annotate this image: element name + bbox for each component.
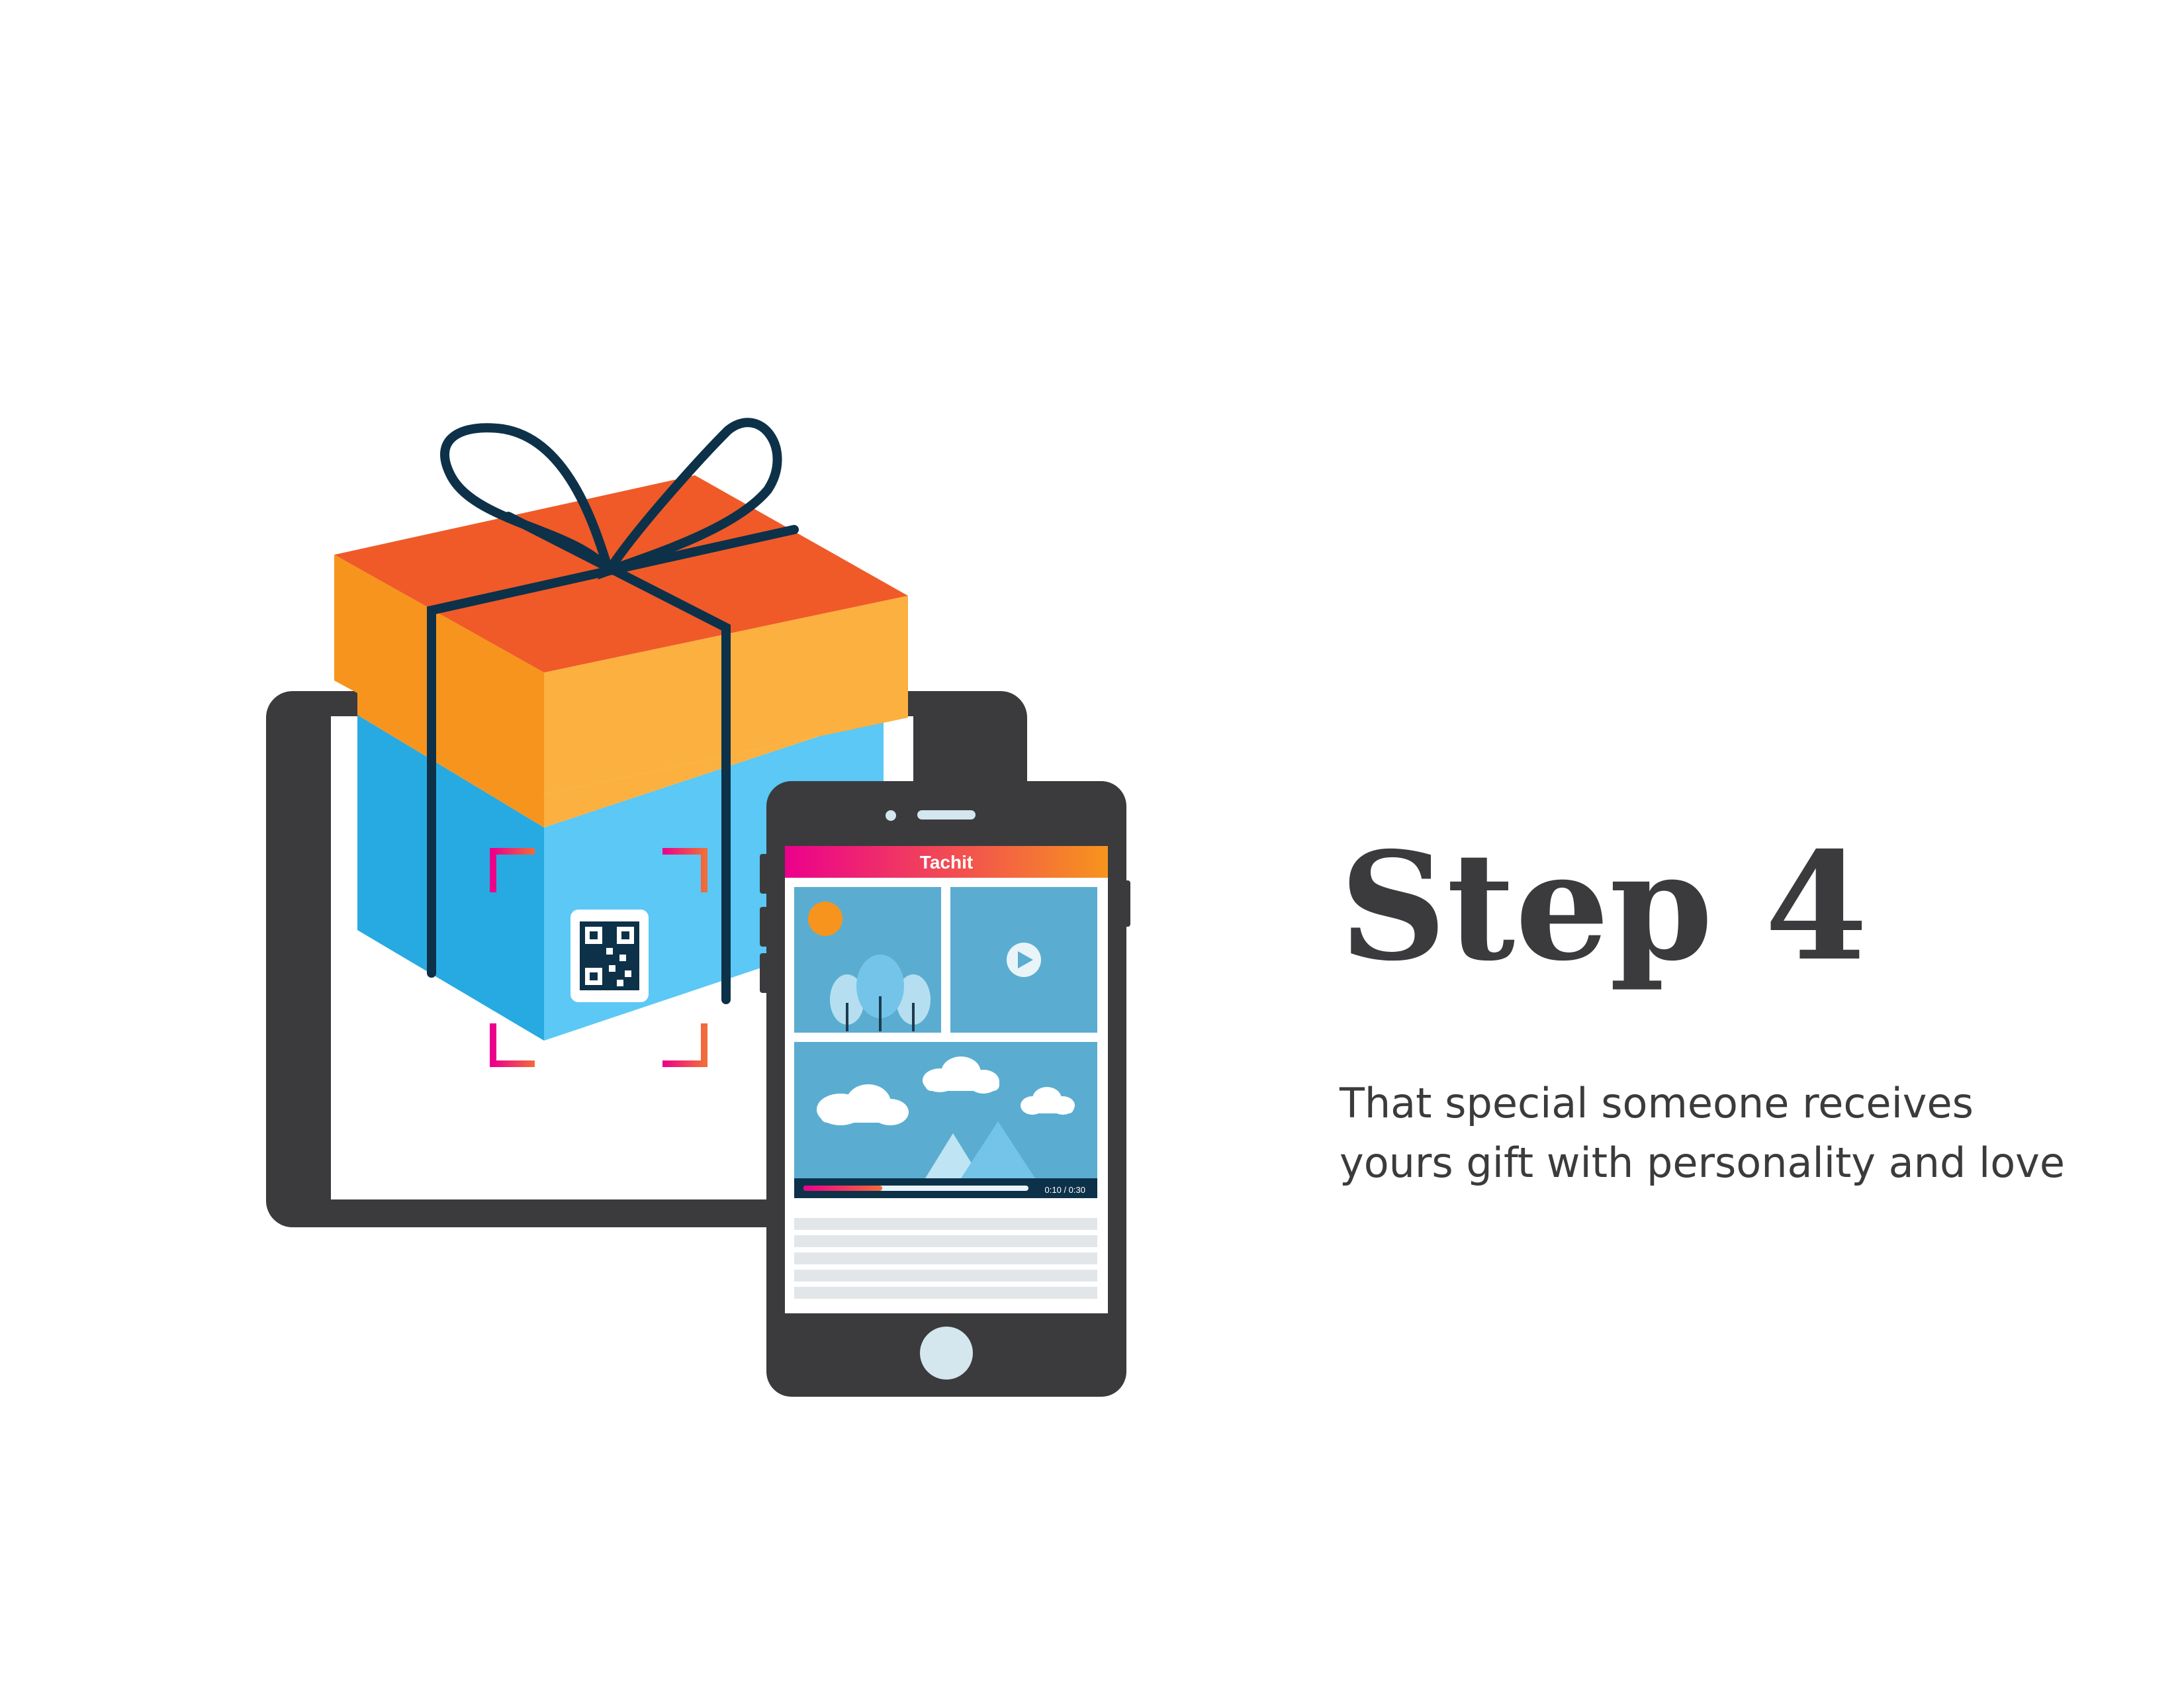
qr-code-icon xyxy=(570,910,649,1002)
description-line-1: That special someone receives xyxy=(1340,1079,1974,1127)
home-button-icon xyxy=(920,1327,973,1380)
video-time: 0:10 / 0:30 xyxy=(1045,1185,1085,1195)
video-tile[interactable] xyxy=(950,887,1097,1033)
video-player[interactable]: 0:10 / 0:30 xyxy=(794,1042,1097,1198)
app-header: Tachit xyxy=(785,846,1108,878)
step-description: That special someone receives yours gift… xyxy=(1340,1074,2134,1193)
video-progress-fill xyxy=(803,1186,882,1191)
step-heading: Step 4 xyxy=(1340,820,1868,994)
app-brand: Tachit xyxy=(920,852,973,872)
sun-icon xyxy=(808,902,842,936)
description-line-2: yours gift with personality and love xyxy=(1340,1139,2066,1187)
image-tile xyxy=(794,887,941,1033)
